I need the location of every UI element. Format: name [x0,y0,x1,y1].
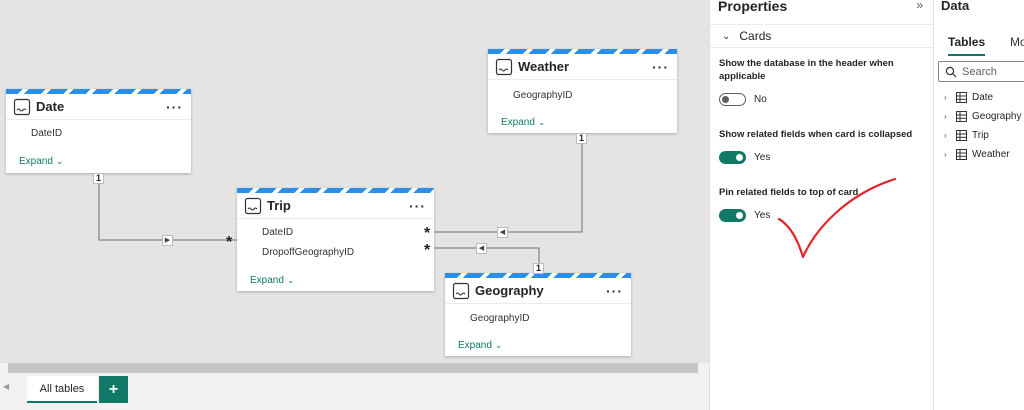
card-title: Date [36,99,65,114]
toggle-pin-related-value: Yes [754,210,771,221]
search-icon [945,66,957,77]
relationship-date-trip [98,173,237,241]
field-geographyid[interactable]: GeographyID [445,309,631,329]
table-grid-icon [956,110,967,122]
chevron-down-icon: ⌄ [537,117,546,127]
table-icon [13,98,31,115]
data-pane: Data Tables Mo Search › Date › Geography… [933,0,1024,410]
tab-tables[interactable]: Tables [948,35,986,56]
card-header[interactable]: Date ··· [6,94,191,120]
pane-title: Data [941,0,970,13]
data-table-label: Date [972,91,994,103]
expand-button[interactable]: Expand ⌄ [6,150,191,172]
table-grid-icon [956,148,967,160]
cardinality-one-weather: 1 [576,133,587,144]
tab-all-tables[interactable]: All tables [27,376,97,403]
chevron-right-icon: › [944,111,947,121]
card-title: Weather [518,59,570,74]
card-title: Trip [267,198,291,213]
table-grid-icon [956,129,967,141]
card-title: Geography [475,283,544,298]
more-options-icon[interactable]: ··· [409,198,426,214]
checkmark-annotation-icon [777,177,897,259]
expand-label: Expand [250,275,284,286]
cardinality-many-trip-date: * [226,234,233,251]
toggle-show-database[interactable] [719,93,746,106]
section-label: Cards [739,29,772,43]
field-dateid[interactable]: DateID [6,124,191,144]
relationship-trip-weather [434,133,583,233]
expand-label: Expand [458,340,492,351]
table-card-date[interactable]: Date ··· DateID Expand ⌄ [6,89,191,173]
card-header[interactable]: Weather ··· [488,54,677,80]
data-table-item-weather[interactable]: › Weather [944,146,1010,162]
collapse-pane-icon[interactable]: » [916,0,923,12]
card-header[interactable]: Geography ··· [445,278,631,304]
expand-button[interactable]: Expand ⌄ [445,334,631,356]
data-table-label: Weather [972,148,1010,160]
field-dropoffgeographyid[interactable]: DropoffGeographyID [237,243,434,263]
horizontal-scrollbar[interactable] [8,363,698,373]
table-icon [452,282,470,299]
chevron-down-icon: ⌄ [286,275,295,285]
data-table-label: Trip [972,129,989,141]
expand-button[interactable]: Expand ⌄ [237,269,434,291]
chevron-down-icon: ⌄ [55,156,64,166]
chevron-right-icon: › [944,92,947,102]
filter-direction-left-icon[interactable]: ◀ [476,243,487,254]
scroll-left-icon[interactable]: ◀ [3,382,9,391]
field-geographyid[interactable]: GeographyID [488,86,677,106]
chevron-right-icon: › [944,149,947,159]
data-table-item-trip[interactable]: › Trip [944,127,989,143]
data-table-label: Geography [972,110,1022,122]
chevron-right-icon: › [944,130,947,140]
toggle-pin-related[interactable] [719,209,746,222]
table-icon [244,197,262,214]
table-grid-icon [956,91,967,103]
cardinality-one-geography: 1 [533,263,544,274]
pane-title: Properties [718,0,788,14]
section-cards-header[interactable]: ⌄ Cards [710,24,934,48]
data-table-item-geography[interactable]: › Geography [944,108,1021,124]
data-table-item-date[interactable]: › Date [944,89,993,105]
table-card-geography[interactable]: Geography ··· GeographyID Expand ⌄ [445,273,631,356]
field-dateid[interactable]: DateID [237,223,434,243]
option-show-database-label: Show the database in the header when app… [719,58,894,82]
expand-label: Expand [501,117,535,128]
more-options-icon[interactable]: ··· [652,59,669,75]
table-card-trip[interactable]: Trip ··· DateID DropoffGeographyID Expan… [237,188,434,291]
more-options-icon[interactable]: ··· [166,99,183,115]
cardinality-many-trip-weather: * [424,225,431,242]
cardinality-one-date: 1 [93,173,104,184]
table-icon [495,58,513,75]
add-layout-button[interactable]: + [99,376,128,403]
chevron-down-icon: ⌄ [494,340,503,350]
more-options-icon[interactable]: ··· [606,283,623,299]
filter-direction-right-icon[interactable]: ▶ [162,235,173,246]
chevron-down-icon: ⌄ [722,30,731,42]
toggle-show-database-value: No [754,94,767,105]
expand-button[interactable]: Expand ⌄ [488,111,677,133]
expand-label: Expand [19,156,53,167]
model-canvas[interactable]: Date ··· DateID Expand ⌄ Weather ··· Geog… [0,0,709,363]
search-input[interactable]: Search [938,61,1024,82]
card-header[interactable]: Trip ··· [237,193,434,219]
option-show-related-label: Show related fields when card is collaps… [719,129,913,140]
cardinality-many-trip-geography: * [424,242,431,259]
table-card-weather[interactable]: Weather ··· GeographyID Expand ⌄ [488,49,677,133]
search-placeholder: Search [962,65,997,78]
toggle-show-related-value: Yes [754,152,771,163]
tab-model[interactable]: Mo [1010,35,1024,49]
filter-direction-left-icon[interactable]: ◀ [497,227,508,238]
toggle-show-related[interactable] [719,151,746,164]
